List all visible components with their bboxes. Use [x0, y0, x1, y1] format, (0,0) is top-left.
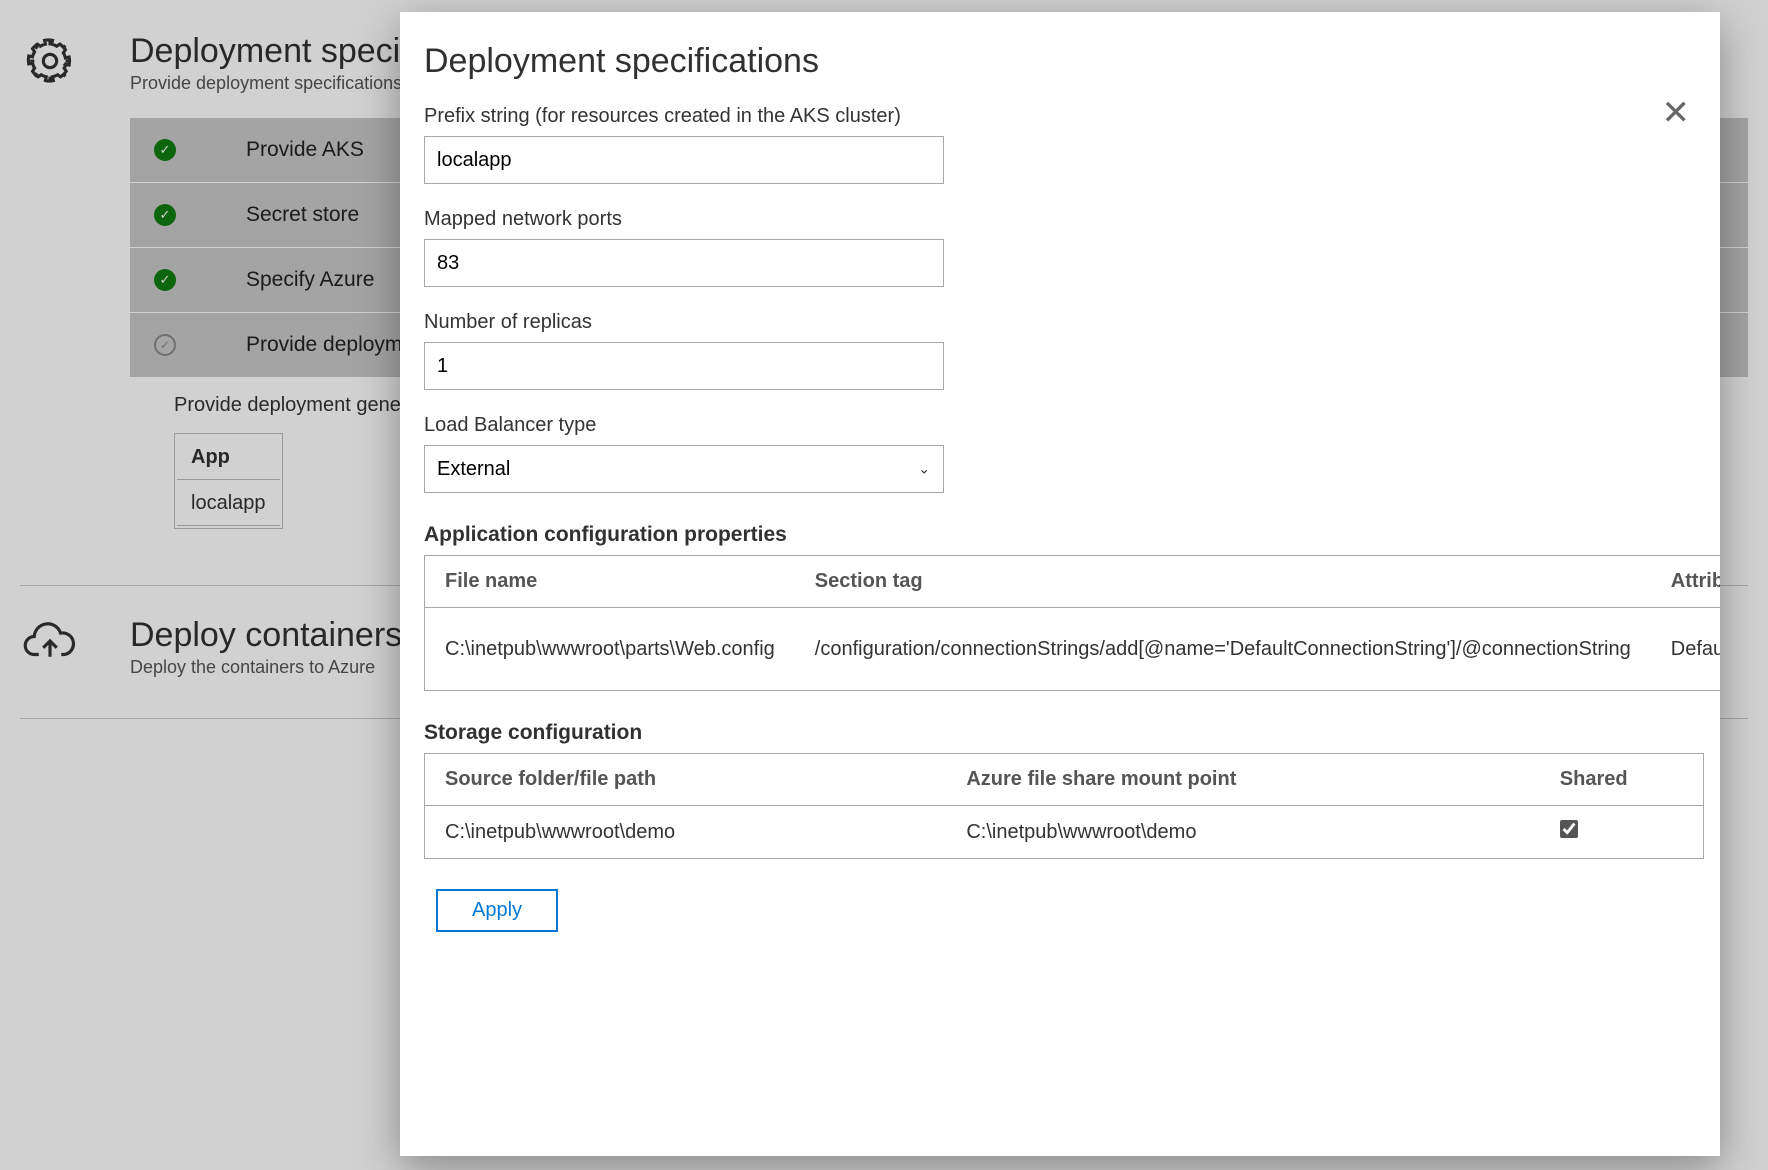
ports-input[interactable] [424, 239, 944, 287]
prefix-label: Prefix string (for resources created in … [424, 105, 1696, 128]
cell-source: C:\inetpub\wwwroot\demo [425, 806, 947, 859]
prefix-input[interactable] [424, 136, 944, 184]
replicas-label: Number of replicas [424, 311, 1696, 334]
th-source: Source folder/file path [425, 754, 947, 806]
appconfig-heading: Application configuration properties [424, 523, 1696, 547]
storage-heading: Storage configuration [424, 721, 1696, 745]
th-section: Section tag [795, 556, 1651, 608]
lbtype-select[interactable]: External [424, 445, 944, 493]
cell-mount: C:\inetpub\wwwroot\demo [946, 806, 1539, 859]
deployment-specs-modal: Deployment specifications ✕ Prefix strin… [400, 12, 1720, 1156]
th-shared: Shared [1540, 754, 1704, 806]
th-mount: Azure file share mount point [946, 754, 1539, 806]
lbtype-label: Load Balancer type [424, 414, 1696, 437]
cell-attrname: DefaultConnectionString [1651, 608, 1720, 691]
th-attrname: Attribute name [1651, 556, 1720, 608]
th-filename: File name [425, 556, 795, 608]
modal-title: Deployment specifications [424, 42, 1696, 81]
table-row: C:\inetpub\wwwroot\demo C:\inetpub\wwwro… [425, 806, 1704, 859]
ports-label: Mapped network ports [424, 208, 1696, 231]
cell-section: /configuration/connectionStrings/add[@na… [795, 608, 1651, 691]
close-icon[interactable]: ✕ [1662, 96, 1691, 130]
shared-checkbox[interactable] [1560, 820, 1578, 838]
cell-shared [1540, 806, 1704, 859]
storage-table: Source folder/file path Azure file share… [424, 753, 1704, 859]
replicas-input[interactable] [424, 342, 944, 390]
cell-filename: C:\inetpub\wwwroot\parts\Web.config [425, 608, 795, 691]
appconfig-table: File name Section tag Attribute name Att… [424, 555, 1720, 691]
table-row: C:\inetpub\wwwroot\parts\Web.config /con… [425, 608, 1721, 691]
apply-button[interactable]: Apply [436, 889, 558, 932]
